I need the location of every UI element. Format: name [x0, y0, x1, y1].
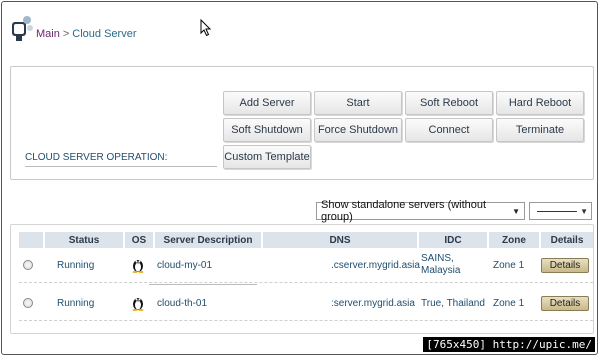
- image-watermark: [765x450] http://upic.me/: [423, 337, 595, 352]
- app-window: Main > Cloud Server CLOUD SERVER OPERATION…: [1, 1, 598, 355]
- column-header-status: Status: [43, 232, 123, 248]
- soft-reboot-button[interactable]: Soft Reboot: [405, 91, 493, 115]
- idc-cell: SAINS, Malaysia: [421, 253, 461, 276]
- empty-option-line: [536, 210, 577, 212]
- chevron-down-icon: ▼: [512, 206, 520, 216]
- status-cell: Running: [57, 297, 95, 309]
- operation-label: CLOUD SERVER OPERATION:: [25, 152, 217, 167]
- column-header-description: Server Description: [153, 232, 261, 248]
- dns-cell: :server.mygrid.asia: [331, 297, 415, 309]
- hard-reboot-button[interactable]: Hard Reboot: [496, 91, 584, 115]
- column-header-zone: Zone: [487, 232, 539, 248]
- custom-template-button[interactable]: Custom Template: [223, 145, 311, 169]
- row-select-cell: [23, 285, 33, 321]
- table-row: Running cloud-my-01 .cserver.mygrid.asia…: [19, 247, 593, 285]
- linux-tux-icon: [132, 298, 144, 311]
- row-select-cell: [23, 247, 33, 283]
- add-server-button[interactable]: Add Server: [223, 91, 311, 115]
- linux-tux-icon: [132, 260, 144, 273]
- filter-selected-value: Show standalone servers (without group): [321, 199, 487, 223]
- breadcrumb-main-link[interactable]: Main: [36, 28, 60, 40]
- breadcrumb: Main > Cloud Server: [36, 28, 136, 40]
- column-header-os: OS: [123, 232, 153, 248]
- idc-cell: True, Thailand: [421, 297, 485, 309]
- description-cell: cloud-th-01: [157, 297, 208, 309]
- table-row: Running cloud-th-01 :server.mygrid.asia …: [19, 285, 593, 321]
- row-select-radio[interactable]: [23, 298, 33, 308]
- secondary-filter-select[interactable]: ▼: [529, 202, 592, 220]
- column-header-dns: DNS: [261, 232, 417, 248]
- force-shutdown-button[interactable]: Force Shutdown: [314, 118, 402, 142]
- server-operation-panel: CLOUD SERVER OPERATION: Add Server Start…: [10, 66, 594, 180]
- table-header: Status OS Server Description DNS IDC Zon…: [19, 232, 593, 248]
- select-column-header: [19, 232, 43, 248]
- column-header-idc: IDC: [417, 232, 487, 248]
- column-header-details: Details: [539, 232, 593, 248]
- breadcrumb-separator: >: [62, 28, 70, 40]
- server-group-filter-select[interactable]: Show standalone servers (without group) …: [316, 199, 525, 223]
- details-button[interactable]: Details: [541, 295, 589, 311]
- row-divider: [19, 320, 593, 321]
- details-button[interactable]: Details: [541, 257, 589, 273]
- soft-shutdown-button[interactable]: Soft Shutdown: [223, 118, 311, 142]
- os-cell: [131, 247, 145, 283]
- dns-cell: .cserver.mygrid.asia: [331, 259, 420, 271]
- connect-button[interactable]: Connect: [405, 118, 493, 142]
- page-header: Main > Cloud Server: [10, 16, 590, 46]
- cloud-logo-icon: [12, 16, 33, 41]
- zone-cell: Zone 1: [493, 297, 525, 309]
- mouse-cursor-icon: [200, 19, 212, 37]
- zone-cell: Zone 1: [493, 259, 525, 271]
- details-cell: Details: [541, 285, 589, 321]
- start-button[interactable]: Start: [314, 91, 402, 115]
- chevron-down-icon: ▼: [580, 206, 588, 216]
- row-select-radio[interactable]: [23, 260, 33, 270]
- breadcrumb-current: Cloud Server: [72, 28, 137, 40]
- server-table: Status OS Server Description DNS IDC Zon…: [10, 224, 594, 334]
- description-cell: cloud-my-01: [157, 259, 213, 271]
- row-divider: [19, 282, 593, 283]
- os-cell: [131, 285, 145, 321]
- details-cell: Details: [541, 247, 589, 283]
- status-cell: Running: [57, 259, 95, 271]
- terminate-button[interactable]: Terminate: [496, 118, 584, 142]
